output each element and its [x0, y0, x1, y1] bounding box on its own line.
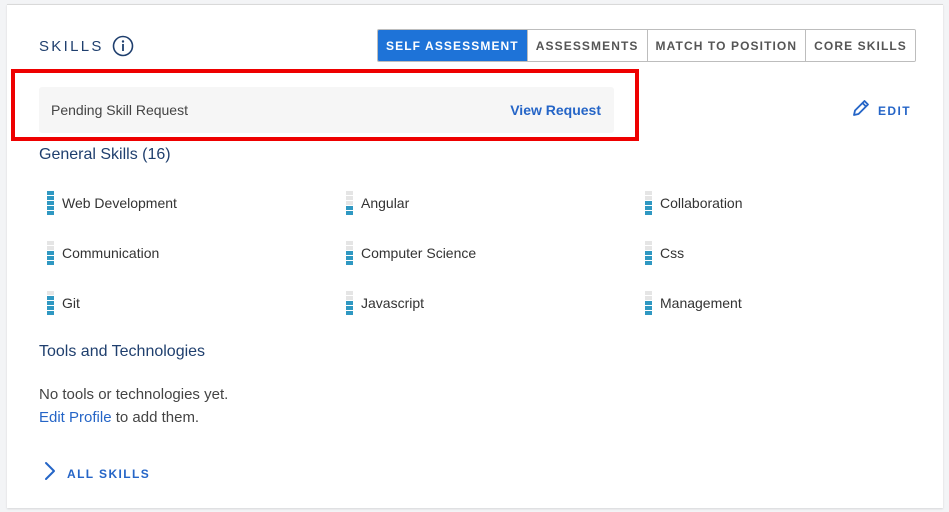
skill-level-segment — [645, 211, 652, 215]
skill-level-bar — [346, 191, 353, 215]
tools-technologies-heading: Tools and Technologies — [39, 343, 206, 360]
skill-level-segment — [47, 246, 54, 250]
skill-level-segment — [346, 251, 353, 255]
skill-level-segment — [645, 306, 652, 310]
skill-level-segment — [645, 241, 652, 245]
skill-level-bar — [346, 241, 353, 265]
skill-level-bar — [47, 291, 54, 315]
skills-card: SKILLS SELF ASSESSMENT ASSESSMENTS MATCH… — [7, 4, 943, 508]
skill-item: Management — [645, 291, 742, 315]
skill-level-segment — [47, 306, 54, 310]
skill-level-bar — [346, 291, 353, 315]
skill-item: Web Development — [47, 191, 177, 215]
skill-level-segment — [346, 306, 353, 310]
skill-level-segment — [645, 206, 652, 210]
skill-level-segment — [645, 246, 652, 250]
skill-level-segment — [47, 291, 54, 295]
skill-name: Javascript — [361, 295, 425, 311]
skill-level-segment — [645, 196, 652, 200]
skill-level-bar — [645, 241, 652, 265]
all-skills-label: ALL SKILLS — [67, 466, 151, 481]
tab-assessments[interactable]: ASSESSMENTS — [526, 30, 647, 61]
skill-level-bar — [47, 241, 54, 265]
skill-item: Css — [645, 241, 684, 265]
skill-item: Angular — [346, 191, 409, 215]
skill-level-segment — [346, 311, 353, 315]
skill-item: Computer Science — [346, 241, 476, 265]
skill-level-segment — [47, 206, 54, 210]
skill-level-bar — [645, 191, 652, 215]
skill-level-segment — [47, 311, 54, 315]
skill-level-segment — [47, 196, 54, 200]
tab-self-assessment[interactable]: SELF ASSESSMENT — [378, 30, 527, 61]
skill-level-segment — [346, 301, 353, 305]
skill-level-segment — [645, 261, 652, 265]
edit-label: EDIT — [878, 103, 911, 118]
skill-level-bar — [47, 191, 54, 215]
edit-profile-link[interactable]: Edit Profile — [39, 409, 112, 426]
skill-level-segment — [47, 191, 54, 195]
skill-level-segment — [346, 261, 353, 265]
skill-name: Computer Science — [361, 245, 477, 261]
skill-level-segment — [346, 201, 353, 205]
all-skills-button[interactable]: ALL SKILLS — [43, 460, 150, 487]
skill-level-segment — [346, 291, 353, 295]
skill-level-segment — [47, 201, 54, 205]
chevron-right-icon — [43, 460, 57, 487]
skill-level-segment — [346, 296, 353, 300]
skill-level-segment — [346, 206, 353, 210]
skill-level-segment — [47, 241, 54, 245]
skill-name: Communication — [62, 245, 160, 261]
skill-level-segment — [645, 291, 652, 295]
skill-level-segment — [645, 201, 652, 205]
skill-level-segment — [645, 256, 652, 260]
skill-item: Collaboration — [645, 191, 743, 215]
skills-title-text: SKILLS — [39, 37, 104, 55]
tools-empty-message: No tools or technologies yet. — [39, 386, 229, 403]
skill-level-segment — [346, 241, 353, 245]
general-skills-heading: General Skills (16) — [39, 146, 171, 163]
skill-level-segment — [47, 256, 54, 260]
skill-level-segment — [346, 196, 353, 200]
tab-match-to-position[interactable]: MATCH TO POSITION — [646, 30, 806, 61]
skill-level-segment — [47, 251, 54, 255]
view-request-link[interactable]: View Request — [510, 102, 601, 118]
skill-level-segment — [645, 311, 652, 315]
tools-empty-hint: Edit Profile to add them. — [39, 406, 228, 429]
pending-skill-request-banner: Pending Skill Request View Request — [39, 87, 614, 133]
skill-name: Web Development — [62, 195, 177, 211]
skill-level-bar — [645, 291, 652, 315]
skill-name: Angular — [361, 195, 410, 211]
skill-item: Javascript — [346, 291, 424, 315]
tools-empty-state: No tools or technologies yet. Edit Profi… — [39, 383, 228, 429]
edit-button[interactable]: EDIT — [851, 98, 911, 123]
skill-level-segment — [346, 256, 353, 260]
tools-empty-hint-suffix: to add them. — [111, 409, 200, 426]
skill-level-segment — [47, 296, 54, 300]
skill-level-segment — [645, 191, 652, 195]
skill-name: Git — [62, 295, 80, 311]
skill-name: Css — [660, 245, 685, 261]
pencil-icon — [851, 98, 871, 123]
skill-level-segment — [47, 261, 54, 265]
tab-core-skills[interactable]: CORE SKILLS — [805, 30, 915, 61]
skill-level-segment — [645, 296, 652, 300]
skill-item: Git — [47, 291, 80, 315]
skill-item: Communication — [47, 241, 159, 265]
skill-level-segment — [346, 191, 353, 195]
pending-skill-request-label: Pending Skill Request — [51, 102, 188, 118]
skill-name: Management — [660, 295, 742, 311]
skills-tabs: SELF ASSESSMENT ASSESSMENTS MATCH TO POS… — [377, 29, 916, 62]
skill-level-segment — [346, 246, 353, 250]
info-icon[interactable] — [112, 35, 134, 57]
skill-name: Collaboration — [660, 195, 743, 211]
skill-level-segment — [645, 251, 652, 255]
skill-level-segment — [645, 301, 652, 305]
skill-level-segment — [47, 301, 54, 305]
skills-title: SKILLS — [39, 35, 134, 57]
skill-level-segment — [346, 211, 353, 215]
skill-level-segment — [47, 211, 54, 215]
